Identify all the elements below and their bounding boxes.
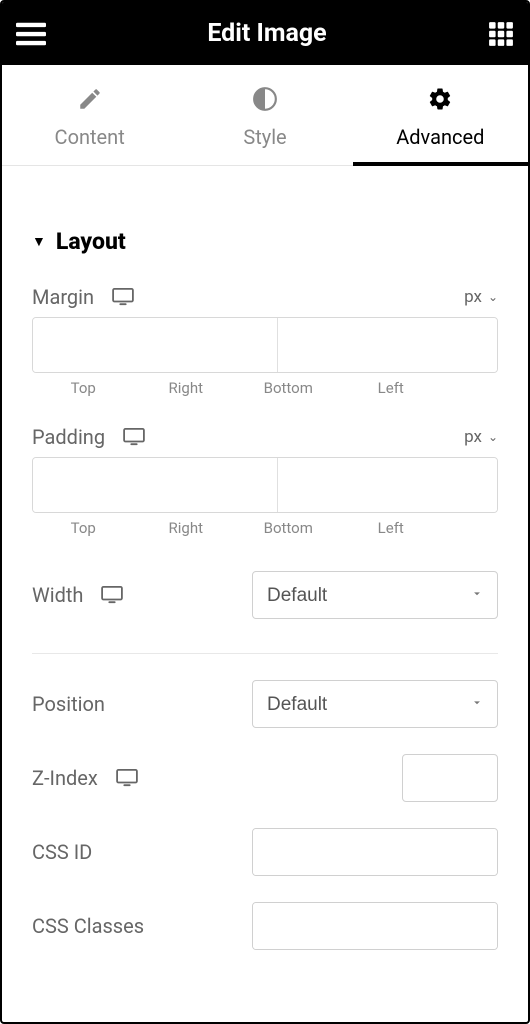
zindex-input[interactable] <box>402 754 498 802</box>
margin-top-lbl: Top <box>32 379 135 397</box>
padding-left-lbl: Left <box>340 519 443 537</box>
section-layout-header[interactable]: ▼ Layout <box>32 228 498 255</box>
position-row: Position Default <box>32 680 498 728</box>
cssid-row: CSS ID <box>32 828 498 876</box>
cssid-input[interactable] <box>253 829 498 875</box>
chevron-down-icon: ⌄ <box>488 290 498 304</box>
margin-inputs <box>32 317 498 373</box>
responsive-desktop-icon[interactable] <box>116 769 138 787</box>
cssid-label: CSS ID <box>32 840 92 864</box>
section-layout-title: Layout <box>56 228 126 255</box>
responsive-desktop-icon[interactable] <box>123 428 145 446</box>
padding-row: Padding px ⌄ <box>32 425 498 449</box>
padding-top-lbl: Top <box>32 519 135 537</box>
tab-advanced-label: Advanced <box>353 125 528 149</box>
pencil-icon <box>2 85 177 113</box>
margin-right-lbl: Right <box>135 379 238 397</box>
gear-icon <box>353 85 528 113</box>
apps-grid-icon[interactable] <box>488 21 514 47</box>
margin-unit-select[interactable]: px ⌄ <box>464 287 498 307</box>
padding-unit-select[interactable]: px ⌄ <box>464 427 498 447</box>
position-label: Position <box>32 692 105 716</box>
padding-right-input[interactable] <box>278 458 498 512</box>
padding-inputs <box>32 457 498 513</box>
zindex-label: Z-Index <box>32 766 98 790</box>
cssclasses-label: CSS Classes <box>32 914 144 938</box>
responsive-desktop-icon[interactable] <box>112 288 134 306</box>
header-bar: Edit Image <box>2 2 528 65</box>
tabs: Content Style Advanced <box>2 65 528 166</box>
margin-top-input[interactable] <box>33 318 278 372</box>
cssclasses-row: CSS Classes <box>32 902 498 950</box>
advanced-panel: ▼ Layout Margin px ⌄ T <box>2 166 528 1016</box>
tab-style-label: Style <box>177 125 352 149</box>
margin-bottom-lbl: Bottom <box>237 379 340 397</box>
zindex-row: Z-Index <box>32 754 498 802</box>
tab-content-label: Content <box>2 125 177 149</box>
padding-right-lbl: Right <box>135 519 238 537</box>
margin-left-lbl: Left <box>340 379 443 397</box>
margin-side-labels: Top Right Bottom Left <box>32 379 498 397</box>
padding-side-labels: Top Right Bottom Left <box>32 519 498 537</box>
tab-advanced[interactable]: Advanced <box>353 65 528 165</box>
width-select[interactable]: Default <box>252 571 498 619</box>
padding-top-input[interactable] <box>33 458 278 512</box>
tab-style[interactable]: Style <box>177 65 352 165</box>
position-select[interactable]: Default <box>252 680 498 728</box>
padding-bottom-lbl: Bottom <box>237 519 340 537</box>
width-row: Width Default <box>32 571 498 619</box>
caret-down-icon: ▼ <box>32 233 46 250</box>
padding-unit-label: px <box>464 427 482 447</box>
hamburger-icon[interactable] <box>16 19 46 49</box>
page-title: Edit Image <box>207 19 326 48</box>
contrast-icon <box>177 85 352 113</box>
margin-right-input[interactable] <box>278 318 498 372</box>
margin-row: Margin px ⌄ <box>32 285 498 309</box>
chevron-down-icon: ⌄ <box>488 430 498 444</box>
padding-label: Padding <box>32 425 105 449</box>
tab-content[interactable]: Content <box>2 65 177 165</box>
cssclasses-input[interactable] <box>253 903 498 949</box>
responsive-desktop-icon[interactable] <box>101 586 123 604</box>
margin-label: Margin <box>32 285 94 309</box>
width-label: Width <box>32 583 83 607</box>
margin-unit-label: px <box>464 287 482 307</box>
divider <box>32 653 498 654</box>
